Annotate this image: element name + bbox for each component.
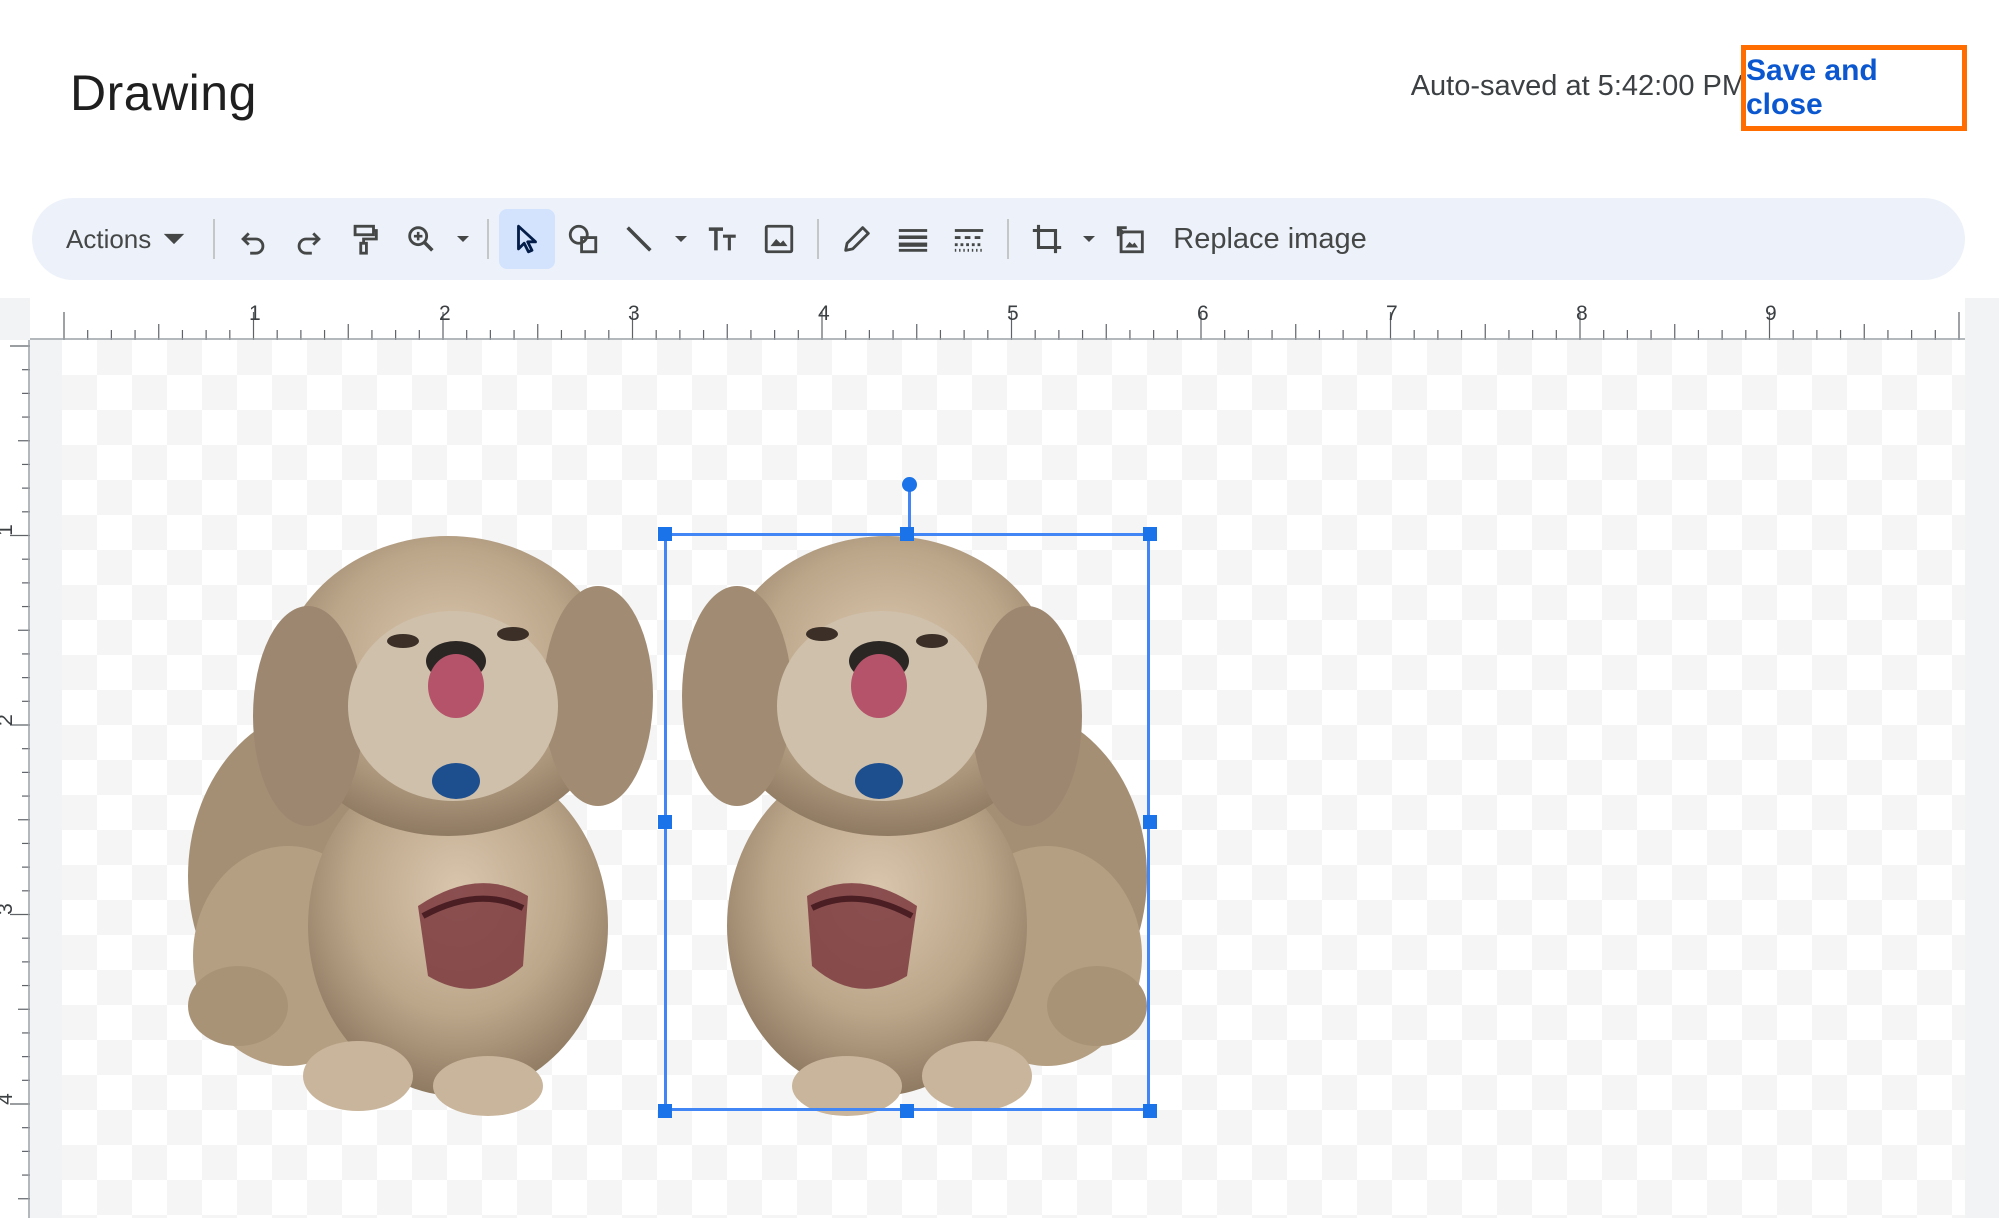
redo-button[interactable] xyxy=(281,209,337,269)
drawing-title: Drawing xyxy=(70,65,257,121)
insert-image-button[interactable] xyxy=(751,209,807,269)
dog-picture xyxy=(188,536,653,1116)
toolbar: Actions Replace image xyxy=(32,198,1965,280)
pen-icon xyxy=(844,226,871,252)
autosave-status: Auto-saved at 5:42:00 PM xyxy=(1410,70,1746,102)
paint-format-button[interactable] xyxy=(337,209,393,269)
border-color-button[interactable] xyxy=(829,209,885,269)
zoom-dropdown[interactable] xyxy=(449,209,477,269)
actions-label: Actions xyxy=(66,223,152,254)
toolbar-divider xyxy=(817,219,820,259)
ruler-label: 3 xyxy=(0,903,18,915)
ruler-label: 7 xyxy=(1386,302,1398,325)
ruler-label: 9 xyxy=(1765,302,1777,325)
zoom-icon xyxy=(408,226,434,252)
vertical-ruler: 1 2 3 4 xyxy=(0,340,30,1218)
resize-handle-top-center[interactable] xyxy=(900,527,914,541)
vertical-ruler-ticks xyxy=(10,340,30,1218)
image-icon xyxy=(765,224,794,254)
line-weight-icon xyxy=(899,229,928,252)
crop-dropdown[interactable] xyxy=(1075,209,1103,269)
resize-handle-bottom-left[interactable] xyxy=(658,1104,672,1118)
shape-icon xyxy=(569,224,598,254)
border-dash-button[interactable] xyxy=(941,209,997,269)
undo-button[interactable] xyxy=(225,209,281,269)
caret-down-icon xyxy=(1083,236,1096,242)
resize-handle-bottom-center[interactable] xyxy=(900,1104,914,1118)
ruler-label: 3 xyxy=(628,302,640,325)
shape-tool-button[interactable] xyxy=(555,209,611,269)
ruler-label: 4 xyxy=(818,302,830,325)
reset-image-button[interactable] xyxy=(1103,209,1159,269)
select-icon xyxy=(517,224,538,254)
save-and-close-button[interactable]: Save and close xyxy=(1741,45,1967,131)
ruler-label: 4 xyxy=(0,1093,18,1105)
ruler-label: 1 xyxy=(249,302,261,325)
redo-icon xyxy=(298,232,322,255)
dog-image-left[interactable] xyxy=(178,536,668,1116)
caret-down-icon xyxy=(164,233,185,245)
text-box-icon xyxy=(709,227,737,251)
actions-menu[interactable]: Actions xyxy=(54,209,203,269)
toolbar-divider xyxy=(1007,219,1010,259)
resize-handle-bottom-right[interactable] xyxy=(1143,1104,1157,1118)
text-box-button[interactable] xyxy=(695,209,751,269)
horizontal-ruler: 1 2 3 4 5 6 7 8 9 xyxy=(30,298,1965,340)
line-tool-button[interactable] xyxy=(611,209,667,269)
line-icon xyxy=(626,226,652,252)
crop-icon xyxy=(1033,224,1062,254)
border-weight-button[interactable] xyxy=(885,209,941,269)
ruler-label: 6 xyxy=(1197,302,1209,325)
ruler-label: 1 xyxy=(0,524,18,536)
drawing-page[interactable] xyxy=(62,340,1965,1218)
selection-box xyxy=(664,533,1150,1111)
ruler-label: 2 xyxy=(0,714,18,726)
ruler-label: 5 xyxy=(1007,302,1019,325)
zoom-button[interactable] xyxy=(393,209,449,269)
resize-handle-middle-left[interactable] xyxy=(658,815,672,829)
ruler-label: 8 xyxy=(1576,302,1588,325)
select-tool-button[interactable] xyxy=(499,209,556,269)
caret-down-icon xyxy=(675,236,688,242)
rotation-handle[interactable] xyxy=(902,477,917,492)
ruler-label: 2 xyxy=(439,302,451,325)
replace-image-button[interactable]: Replace image xyxy=(1159,209,1380,269)
horizontal-ruler-ticks xyxy=(30,312,1965,340)
resize-handle-top-right[interactable] xyxy=(1143,527,1157,541)
reset-image-icon xyxy=(1117,226,1145,254)
line-dropdown[interactable] xyxy=(667,209,695,269)
caret-down-icon xyxy=(457,236,470,242)
toolbar-divider xyxy=(487,219,490,259)
toolbar-divider xyxy=(213,219,216,259)
crop-button[interactable] xyxy=(1019,209,1075,269)
undo-icon xyxy=(241,232,265,255)
resize-handle-middle-right[interactable] xyxy=(1143,815,1157,829)
paint-format-icon xyxy=(353,224,379,255)
resize-handle-top-left[interactable] xyxy=(658,527,672,541)
line-dash-icon xyxy=(955,229,984,252)
drawing-canvas[interactable]: 1 2 3 4 5 6 7 8 9 1 2 3 4 xyxy=(0,298,1999,1218)
